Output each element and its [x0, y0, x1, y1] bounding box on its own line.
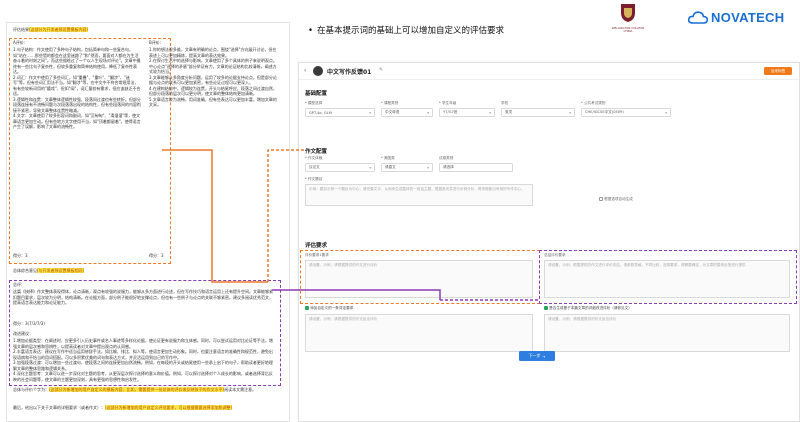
- orange-connector: [162, 149, 268, 283]
- purple-connector: [272, 289, 441, 300]
- orange-connector-up: [267, 149, 304, 282]
- connector-lines: [162, 149, 538, 301]
